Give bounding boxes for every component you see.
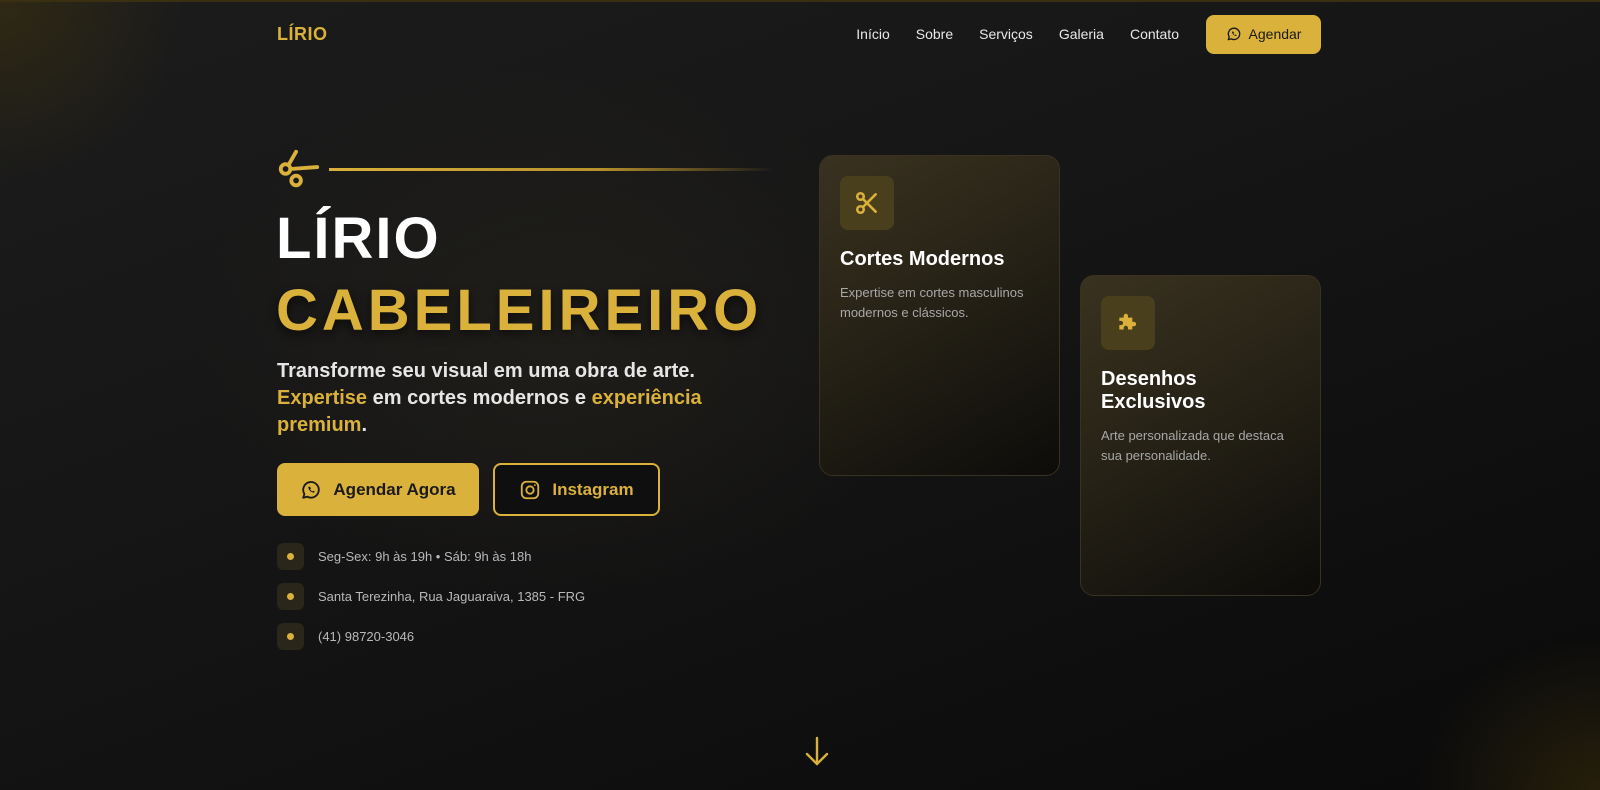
page: LÍRIO Início Sobre Serviços Galeria Cont… xyxy=(0,0,1600,790)
info-phone: (41) 98720-3046 xyxy=(277,623,414,650)
hero-title-line2: CABELEIREIRO xyxy=(276,278,763,343)
puzzle-icon xyxy=(1119,313,1137,330)
subtitle-highlight-1: Expertise xyxy=(277,387,368,409)
nav-link-contato[interactable]: Contato xyxy=(1130,26,1179,42)
service-card-cortes[interactable]: Cortes Modernos Expertise em cortes masc… xyxy=(819,155,1060,476)
info-address-text: Santa Terezinha, Rua Jaguaraiva, 1385 - … xyxy=(318,589,586,604)
hero-title-line1: LÍRIO xyxy=(276,206,441,271)
card-description: Expertise em cortes masculinos modernos … xyxy=(840,285,1024,320)
card-icon-box xyxy=(840,176,894,230)
subtitle-text-2: em cortes modernos e xyxy=(367,387,592,409)
arrow-down-icon[interactable] xyxy=(802,735,832,769)
logo[interactable]: LÍRIO xyxy=(277,24,328,45)
info-phone-text[interactable]: (41) 98720-3046 xyxy=(318,629,414,644)
subtitle-text-3: . xyxy=(361,414,368,436)
nav-agendar-button[interactable]: Agendar xyxy=(1206,14,1321,54)
info-hours-text: Seg-Sex: 9h às 19h • Sáb: 9h às 18h xyxy=(318,549,532,564)
nav-agendar-label: Agendar xyxy=(1248,26,1302,42)
info-address: Santa Terezinha, Rua Jaguaraiva, 1385 - … xyxy=(277,583,585,610)
card-description: Arte personalizada que destaca sua perso… xyxy=(1101,428,1284,463)
card-icon-box xyxy=(1101,296,1155,350)
dot-icon xyxy=(277,543,304,570)
nav-link-sobre[interactable]: Sobre xyxy=(916,26,953,42)
navbar: LÍRIO Início Sobre Serviços Galeria Cont… xyxy=(277,14,1321,54)
agendar-agora-label: Agendar Agora xyxy=(333,479,456,499)
nav-link-galeria[interactable]: Galeria xyxy=(1059,26,1104,42)
nav-link-inicio[interactable]: Início xyxy=(856,26,889,42)
service-card-desenhos[interactable]: Desenhos Exclusivos Arte personalizada q… xyxy=(1080,275,1321,596)
dot-icon xyxy=(277,623,304,650)
whatsapp-icon xyxy=(302,480,321,499)
whatsapp-icon xyxy=(1227,27,1240,41)
dot-icon xyxy=(277,583,304,610)
instagram-button[interactable]: Instagram xyxy=(493,463,660,516)
card-title: Cortes Modernos xyxy=(840,248,1005,270)
scissors-icon xyxy=(855,191,877,215)
scissors-icon xyxy=(278,149,320,188)
card-title: Desenhos Exclusivos xyxy=(1101,368,1206,413)
hero-subtitle: Transforme seu visual em uma obra de art… xyxy=(277,358,737,439)
nav-links: Início Sobre Serviços Galeria Contato Ag… xyxy=(830,14,1321,54)
agendar-agora-button[interactable]: Agendar Agora xyxy=(277,463,479,516)
instagram-icon xyxy=(521,480,540,499)
instagram-label: Instagram xyxy=(552,479,634,499)
decorative-line xyxy=(329,167,774,171)
nav-link-servicos[interactable]: Serviços xyxy=(979,26,1033,42)
subtitle-text-1: Transforme seu visual em uma obra de art… xyxy=(277,360,695,382)
hero-decoration xyxy=(275,146,774,192)
info-hours: Seg-Sex: 9h às 19h • Sáb: 9h às 18h xyxy=(277,543,531,570)
